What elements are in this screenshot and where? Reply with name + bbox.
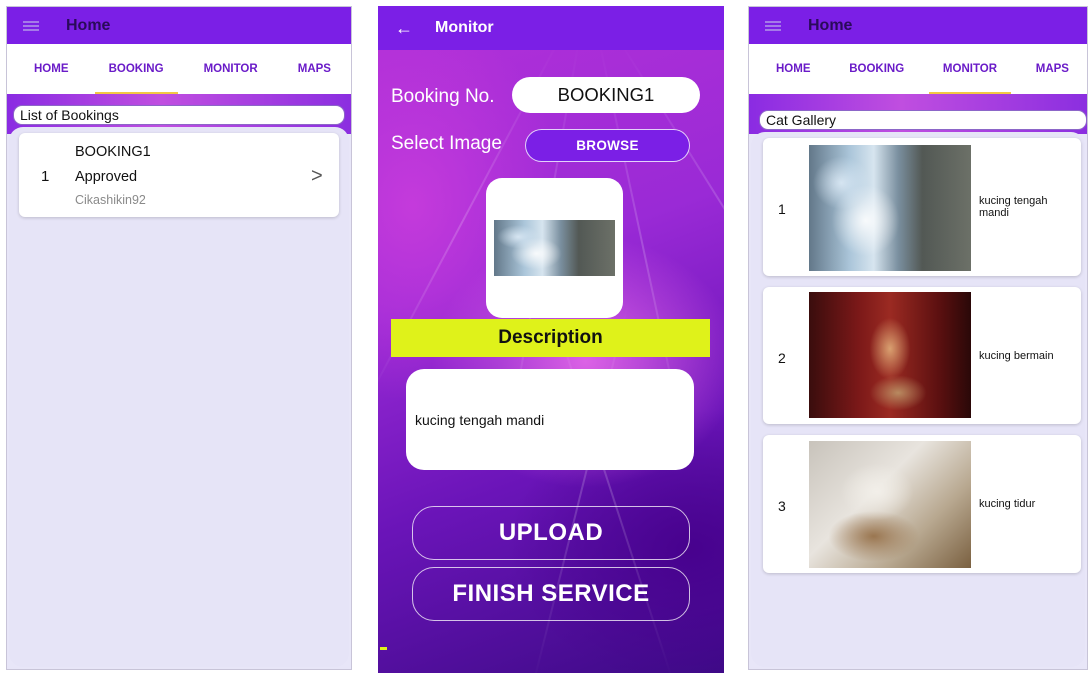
- app-bar: ← Monitor: [378, 6, 724, 50]
- finish-service-label: FINISH SERVICE: [452, 580, 650, 607]
- gallery-caption: kucing bermain: [979, 350, 1054, 362]
- gallery-screen: Home HOME BOOKING MONITOR MAPS Cat Galle…: [748, 6, 1088, 670]
- tab-maps[interactable]: MAPS: [298, 44, 331, 94]
- booking-card[interactable]: 1 BOOKING1 Approved Cikashikin92 >: [19, 133, 339, 217]
- section-title: Cat Gallery: [759, 110, 1087, 130]
- tab-booking[interactable]: BOOKING: [94, 44, 178, 94]
- gallery-caption: kucing tengah mandi: [979, 195, 1048, 219]
- app-bar-title: Monitor: [435, 19, 494, 36]
- description-input[interactable]: kucing tengah mandi: [406, 369, 694, 470]
- finish-service-button[interactable]: FINISH SERVICE: [412, 567, 690, 621]
- booking-index: 1: [41, 168, 50, 185]
- description-label: Description: [498, 327, 603, 348]
- gallery-item[interactable]: 3 kucing tidur: [763, 435, 1081, 573]
- gallery-item[interactable]: 1 kucing tengah mandi: [763, 138, 1081, 276]
- tab-maps[interactable]: MAPS: [1036, 44, 1069, 94]
- chevron-right-icon[interactable]: >: [311, 165, 323, 188]
- monitor-screen: ← Monitor Booking No. BOOKING1 Select Im…: [378, 6, 724, 673]
- section-title: List of Bookings: [13, 105, 345, 125]
- app-bar-title: Home: [66, 16, 111, 34]
- upload-button[interactable]: UPLOAD: [412, 506, 690, 560]
- tab-booking[interactable]: BOOKING: [849, 44, 904, 94]
- gallery-index: 2: [778, 350, 786, 366]
- menu-icon[interactable]: [765, 20, 781, 31]
- browse-label: BROWSE: [576, 138, 639, 153]
- tab-home[interactable]: HOME: [34, 44, 69, 94]
- arrow-back-icon[interactable]: ←: [395, 19, 413, 37]
- gallery-index: 3: [778, 498, 786, 514]
- app-bar: Home: [749, 7, 1087, 44]
- tab-bar: HOME BOOKING MONITOR MAPS: [7, 44, 351, 94]
- booking-status: Approved: [75, 169, 138, 185]
- tab-monitor[interactable]: MONITOR: [204, 44, 258, 94]
- image-preview[interactable]: [486, 178, 623, 318]
- description-value: kucing tengah mandi: [415, 412, 545, 428]
- gallery-index: 1: [778, 201, 786, 217]
- booking-no-field[interactable]: BOOKING1: [512, 77, 700, 113]
- gallery-item[interactable]: 2 kucing bermain: [763, 287, 1081, 424]
- app-bar-title: Home: [808, 16, 853, 34]
- booking-no-label: Booking No.: [391, 86, 495, 107]
- menu-icon[interactable]: [23, 20, 39, 31]
- booking-no-value: BOOKING1: [557, 84, 655, 105]
- booking-screen: Home HOME BOOKING MONITOR MAPS List of B…: [6, 6, 352, 670]
- gallery-image: [809, 441, 971, 568]
- upload-label: UPLOAD: [498, 519, 604, 546]
- select-image-label: Select Image: [391, 133, 502, 154]
- tab-monitor[interactable]: MONITOR: [928, 44, 1012, 94]
- booking-number: BOOKING1: [75, 144, 151, 160]
- tab-home[interactable]: HOME: [776, 44, 811, 94]
- waterfall-image: [494, 220, 615, 276]
- booking-user: Cikashikin92: [75, 193, 146, 207]
- tab-bar: HOME BOOKING MONITOR MAPS: [749, 44, 1087, 94]
- app-bar: Home: [7, 7, 351, 44]
- description-header: Description: [391, 319, 710, 357]
- gallery-image: [809, 145, 971, 271]
- browse-button[interactable]: BROWSE: [525, 129, 690, 162]
- gallery-image: [809, 292, 971, 418]
- scroll-indicator: [380, 647, 387, 650]
- gallery-caption: kucing tidur: [979, 498, 1036, 510]
